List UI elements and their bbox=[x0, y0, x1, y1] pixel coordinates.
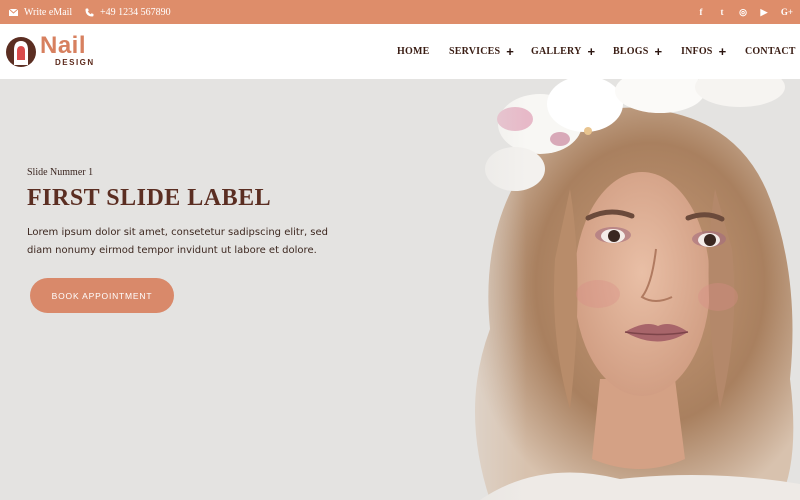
site-header: Nail DESIGN HOME SERVICES + GALLERY + BL… bbox=[0, 24, 800, 79]
phone-icon bbox=[85, 8, 94, 16]
nav-item-label: BLOGS bbox=[613, 46, 649, 57]
book-appointment-button[interactable]: BOOK APPOINTMENT bbox=[30, 278, 174, 313]
nav-item-label: CONTACT bbox=[745, 46, 796, 57]
logo-word: Nail bbox=[40, 32, 87, 59]
phone-label: +49 1234 567890 bbox=[100, 6, 171, 18]
envelope-icon bbox=[9, 8, 18, 16]
plus-icon: + bbox=[654, 44, 663, 59]
nav-item-home[interactable]: HOME bbox=[397, 24, 429, 79]
slide-eyebrow: Slide Nummer 1 bbox=[27, 167, 94, 178]
hero-slider: Slide Nummer 1 FIRST SLIDE LABEL Lorem i… bbox=[0, 79, 800, 500]
twitter-icon[interactable]: t bbox=[717, 7, 727, 17]
nav-item-label: HOME bbox=[397, 46, 430, 57]
nail-logo-icon bbox=[6, 37, 36, 67]
nav-item-label: SERVICES bbox=[449, 46, 501, 57]
nav-item-label: INFOS bbox=[681, 46, 713, 57]
plus-icon: + bbox=[506, 44, 515, 59]
phone-link[interactable]: +49 1234 567890 bbox=[85, 0, 171, 24]
nav-item-services[interactable]: SERVICES + bbox=[449, 24, 514, 79]
hero-portrait-image bbox=[420, 79, 800, 500]
slide-description: Lorem ipsum dolor sit amet, consetetur s… bbox=[27, 227, 329, 256]
youtube-icon[interactable]: ▶ bbox=[759, 7, 769, 17]
logo[interactable]: Nail DESIGN bbox=[5, 32, 97, 71]
nav-item-infos[interactable]: INFOS + bbox=[681, 24, 726, 79]
plus-icon: + bbox=[587, 44, 596, 59]
plus-icon: + bbox=[718, 44, 727, 59]
nav-item-gallery[interactable]: GALLERY + bbox=[531, 24, 595, 79]
facebook-icon[interactable]: f bbox=[696, 7, 706, 17]
google-plus-icon[interactable]: G+ bbox=[780, 7, 794, 17]
email-link[interactable]: Write eMail bbox=[9, 0, 72, 24]
top-bar: Write eMail +49 1234 567890 f t ◎ ▶ G+ bbox=[0, 0, 800, 24]
social-links: f t ◎ ▶ G+ bbox=[696, 0, 794, 24]
email-label: Write eMail bbox=[24, 6, 73, 18]
nav-item-blogs[interactable]: BLOGS + bbox=[613, 24, 662, 79]
nav-item-label: GALLERY bbox=[531, 46, 582, 57]
nav-item-contact[interactable]: CONTACT bbox=[745, 24, 796, 79]
logo-subtitle: DESIGN bbox=[55, 58, 95, 67]
instagram-icon[interactable]: ◎ bbox=[738, 7, 748, 17]
slide-headline: FIRST SLIDE LABEL bbox=[27, 185, 272, 211]
